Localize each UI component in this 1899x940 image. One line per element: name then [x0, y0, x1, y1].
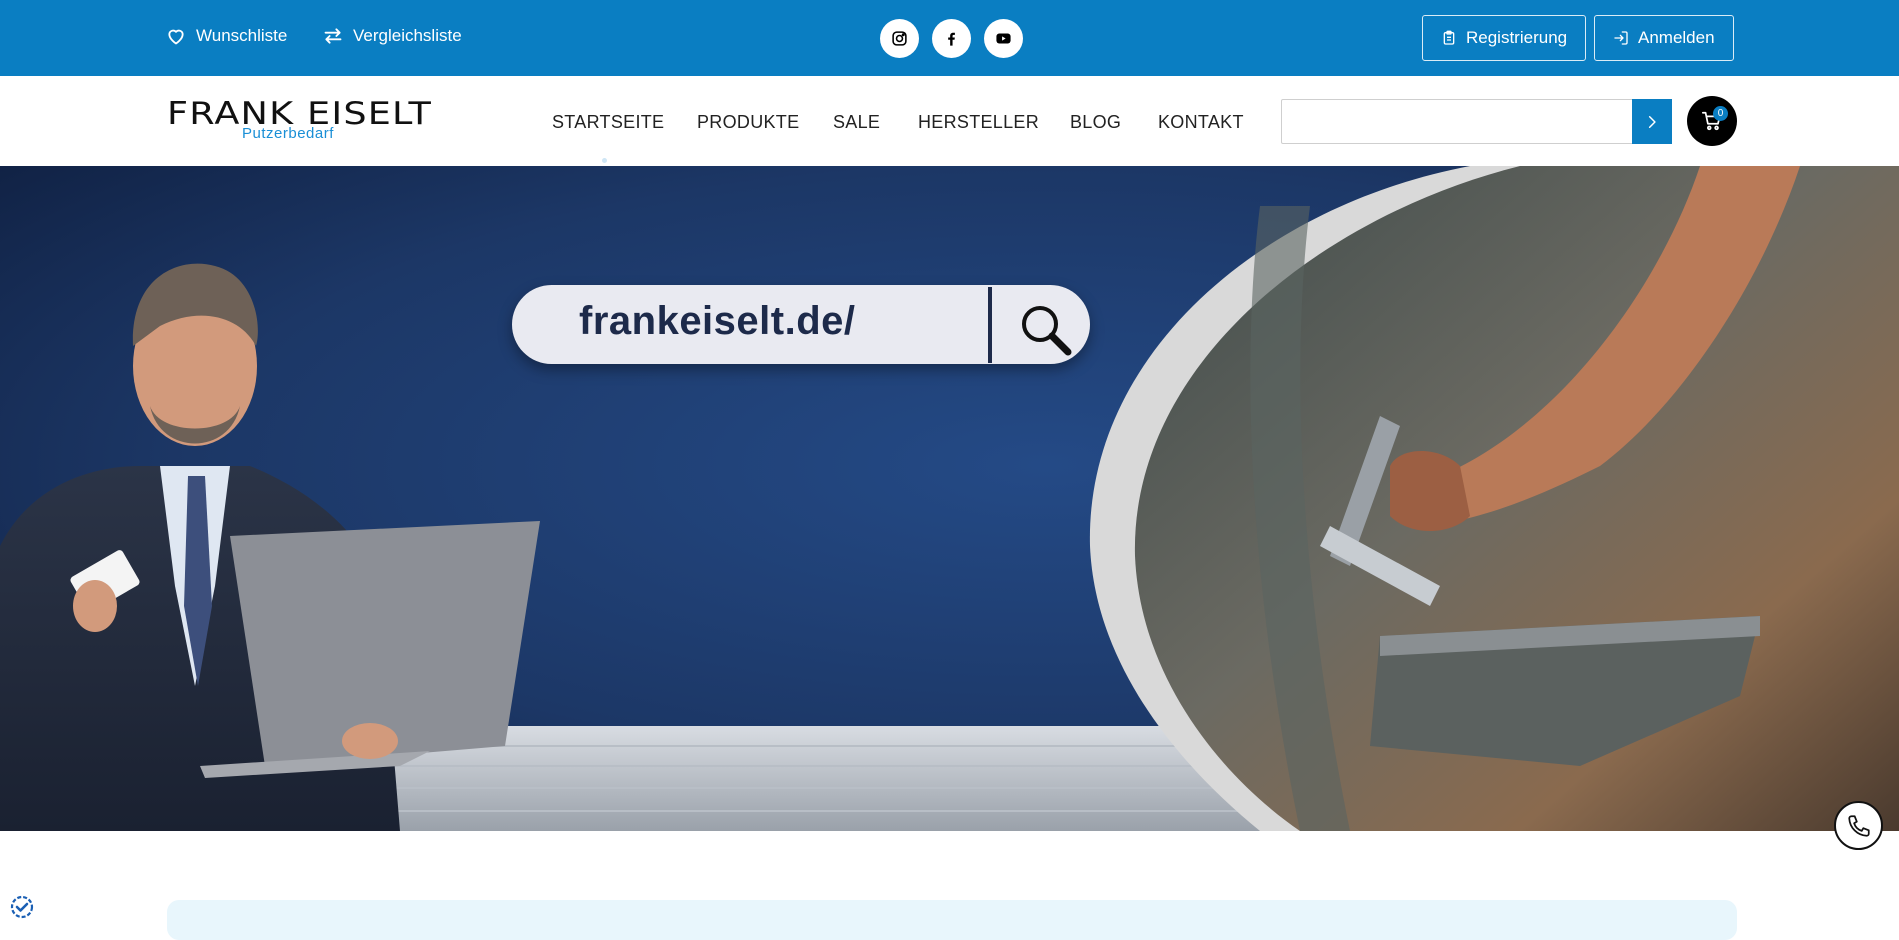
nav-item-blog[interactable]: BLOG	[1070, 112, 1121, 133]
compare-label: Vergleichsliste	[353, 26, 462, 45]
instagram-button[interactable]	[880, 19, 919, 58]
chevron-right-icon	[1648, 115, 1656, 128]
login-label: Anmelden	[1638, 28, 1715, 47]
swap-arrows-icon	[324, 28, 342, 44]
cookie-consent-icon[interactable]	[10, 895, 34, 919]
hero-search-text: frankeiselt.de/	[579, 299, 856, 343]
youtube-icon	[996, 33, 1011, 44]
logo[interactable]: FRANK EISELT Putzerbedarf	[167, 96, 431, 146]
facebook-icon	[948, 32, 955, 46]
facebook-button[interactable]	[932, 19, 971, 58]
hero-image	[0, 166, 1899, 831]
nav-item-hersteller[interactable]: HERSTELLER	[918, 112, 1039, 133]
wishlist-label: Wunschliste	[196, 26, 288, 45]
instagram-icon	[892, 31, 907, 46]
magnifier-icon	[1022, 306, 1072, 356]
compare-link[interactable]: Vergleichsliste	[323, 26, 462, 46]
search-box	[1281, 99, 1672, 144]
phone-icon	[1847, 814, 1870, 837]
search-input[interactable]	[1282, 100, 1632, 143]
main-header: FRANK EISELT Putzerbedarf STARTSEITE PRO…	[0, 76, 1899, 166]
logo-subtitle: Putzerbedarf	[242, 125, 334, 142]
cart-button[interactable]: 0	[1687, 96, 1737, 146]
top-bar: Wunschliste Vergleichsliste Registrierun…	[0, 0, 1899, 76]
hero-banner[interactable]: frankeiselt.de/	[0, 166, 1899, 831]
call-button[interactable]	[1834, 801, 1883, 850]
login-button[interactable]: Anmelden	[1594, 15, 1734, 61]
clipboard-icon	[1443, 30, 1455, 45]
register-button[interactable]: Registrierung	[1422, 15, 1587, 61]
sign-in-icon	[1614, 31, 1628, 45]
youtube-button[interactable]	[984, 19, 1023, 58]
heart-icon	[168, 29, 184, 45]
active-nav-indicator	[602, 158, 607, 163]
hero-search-divider	[988, 287, 992, 363]
register-label: Registrierung	[1466, 28, 1568, 47]
search-submit-button[interactable]	[1632, 99, 1672, 144]
wishlist-link[interactable]: Wunschliste	[166, 26, 287, 46]
info-section	[167, 900, 1737, 940]
cart-count-badge: 0	[1713, 106, 1728, 121]
hero-search-graphic: frankeiselt.de/	[512, 285, 1090, 364]
nav-item-sale[interactable]: SALE	[833, 112, 880, 133]
nav-item-startseite[interactable]: STARTSEITE	[552, 112, 664, 133]
nav-item-kontakt[interactable]: KONTAKT	[1158, 112, 1244, 133]
nav-item-produkte[interactable]: PRODUKTE	[697, 112, 799, 133]
